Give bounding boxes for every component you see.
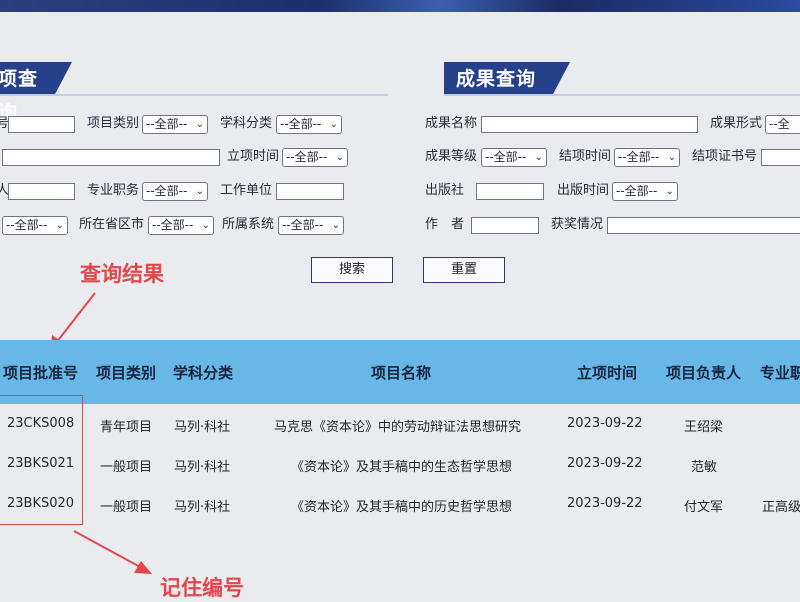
result-level-value: --全部-- <box>485 150 527 164</box>
chevron-down-icon: ⌄ <box>201 220 210 231</box>
title-value: --全部-- <box>146 184 188 198</box>
author-label: 作 者 <box>425 217 465 232</box>
leader-input[interactable] <box>8 183 75 200</box>
results-annotation: 查询结果 <box>80 262 164 286</box>
discipline-label: 学科分类 <box>220 116 273 131</box>
project-type-label: 项目类别 <box>87 116 140 131</box>
approval-number-input[interactable] <box>8 116 75 133</box>
cell-discipline: 马列·科社 <box>174 460 231 475</box>
result-level-label: 成果等级 <box>425 149 478 164</box>
chevron-down-icon: ⌄ <box>665 186 674 197</box>
header-discipline: 学科分类 <box>173 364 234 382</box>
cell-leader: 范敏 <box>691 460 718 475</box>
chevron-down-icon: ⌄ <box>195 119 204 130</box>
publisher-input[interactable] <box>476 183 544 200</box>
author-input[interactable] <box>471 217 539 234</box>
search-button[interactable]: 搜索 <box>311 257 393 283</box>
province-select[interactable]: --全部-- ⌄ <box>148 216 214 235</box>
system-label: 所属系统 <box>222 217 275 232</box>
chevron-down-icon: ⌄ <box>329 119 338 130</box>
cell-approval-time: 2023-09-22 <box>567 416 643 431</box>
remember-annotation: 记住编号 <box>160 576 244 600</box>
cell-project-name[interactable]: 马克思《资本论》中的劳动辩证法思想研究 <box>274 416 521 435</box>
region-type-value: --全部-- <box>6 218 48 232</box>
chevron-down-icon: ⌄ <box>534 152 543 163</box>
cell-approval-time: 2023-09-22 <box>567 456 643 471</box>
cell-approval-number[interactable]: 23CKS008 <box>7 416 74 431</box>
cell-leader: 付文军 <box>684 500 724 515</box>
system-select[interactable]: --全部-- ⌄ <box>278 216 344 235</box>
cell-approval-time: 2023-09-22 <box>567 496 643 511</box>
cell-approval-number[interactable]: 23BKS021 <box>7 456 74 471</box>
publisher-label: 出版社 <box>425 183 465 198</box>
region-type-select[interactable]: --全部-- ⌄ <box>2 216 68 235</box>
cell-title: 正高级 <box>762 500 800 515</box>
award-label: 获奖情况 <box>551 217 604 232</box>
completion-time-value: --全部-- <box>618 150 660 164</box>
cell-discipline: 马列·科社 <box>174 500 231 515</box>
result-form-select[interactable]: --全 <box>765 115 800 134</box>
header-leader: 项目负责人 <box>666 364 742 382</box>
publish-time-select[interactable]: --全部-- ⌄ <box>612 182 678 201</box>
header-approval-number: 项目批准号 <box>3 364 79 382</box>
result-form-value: --全 <box>769 117 790 131</box>
certificate-number-input[interactable] <box>761 149 800 166</box>
chevron-down-icon: ⌄ <box>335 152 344 163</box>
completion-time-label: 结项时间 <box>559 149 612 164</box>
cell-discipline: 马列·科社 <box>174 420 231 435</box>
discipline-value: --全部-- <box>280 117 322 131</box>
chevron-down-icon: ⌄ <box>667 152 676 163</box>
cell-project-name[interactable]: 《资本论》及其手稿中的生态哲学思想 <box>291 456 512 475</box>
work-unit-label: 工作单位 <box>220 183 273 198</box>
result-level-select[interactable]: --全部-- ⌄ <box>481 148 547 167</box>
project-name-input[interactable] <box>2 149 220 166</box>
discipline-select[interactable]: --全部-- ⌄ <box>276 115 342 134</box>
reset-button[interactable]: 重置 <box>423 257 505 283</box>
result-name-label: 成果名称 <box>425 116 478 131</box>
result-query-divider <box>444 94 800 96</box>
publish-time-label: 出版时间 <box>557 183 610 198</box>
work-unit-input[interactable] <box>276 183 344 200</box>
publish-time-value: --全部-- <box>616 184 658 198</box>
arrow-to-note-icon <box>73 530 152 574</box>
cell-project-type: 青年项目 <box>100 420 153 435</box>
completion-time-select[interactable]: --全部-- ⌄ <box>614 148 680 167</box>
project-type-value: --全部-- <box>146 117 188 131</box>
result-form-label: 成果形式 <box>710 116 763 131</box>
province-label: 所在省区市 <box>79 217 145 232</box>
project-query-divider <box>0 94 388 96</box>
result-name-input[interactable] <box>481 116 698 133</box>
chevron-down-icon: ⌄ <box>55 220 64 231</box>
header-approval-time: 立项时间 <box>577 364 638 382</box>
chevron-down-icon: ⌄ <box>195 186 204 197</box>
cell-project-type: 一般项目 <box>100 500 153 515</box>
province-value: --全部-- <box>152 218 194 232</box>
title-label: 专业职务 <box>87 183 140 198</box>
title-select[interactable]: --全部-- ⌄ <box>142 182 208 201</box>
approval-time-value: --全部-- <box>286 150 328 164</box>
system-value: --全部-- <box>282 218 324 232</box>
approval-time-select[interactable]: --全部-- ⌄ <box>282 148 348 167</box>
award-input[interactable] <box>607 217 800 234</box>
approval-time-label: 立项时间 <box>227 149 280 164</box>
header-title: 专业职 <box>760 364 800 382</box>
project-query-title: 项查询 <box>0 62 72 124</box>
header-project-type: 项目类别 <box>96 364 157 382</box>
header-project-name: 项目名称 <box>371 364 432 382</box>
project-type-select[interactable]: --全部-- ⌄ <box>142 115 208 134</box>
top-banner <box>0 0 800 12</box>
cell-approval-number[interactable]: 23BKS020 <box>7 496 74 511</box>
result-query-title: 成果查询 <box>444 62 570 96</box>
cell-project-name[interactable]: 《资本论》及其手稿中的历史哲学思想 <box>291 496 512 515</box>
certificate-number-label: 结项证书号 <box>692 149 758 164</box>
cell-leader: 王绍梁 <box>684 420 724 435</box>
chevron-down-icon: ⌄ <box>331 220 340 231</box>
result-query-title-text: 成果查询 <box>456 68 537 90</box>
cell-project-type: 一般项目 <box>100 460 153 475</box>
